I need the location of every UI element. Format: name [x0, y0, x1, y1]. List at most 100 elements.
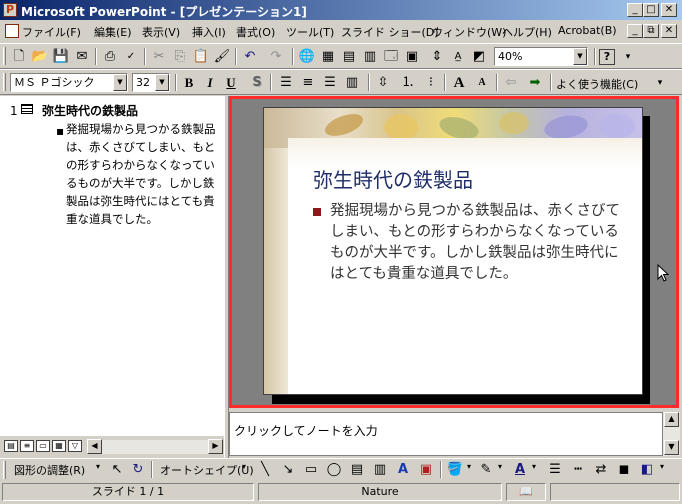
close-button[interactable]: ✕: [661, 3, 677, 17]
doc-minimize-button[interactable]: _: [627, 24, 643, 38]
promote-icon[interactable]: ⇦: [501, 73, 521, 93]
italic-button[interactable]: I: [200, 73, 220, 93]
line-style-icon[interactable]: ☰: [545, 460, 565, 480]
font-size-select[interactable]: 32 ▼: [132, 73, 170, 92]
draw-menu[interactable]: 図形の調整(R): [14, 462, 85, 478]
align-center-icon[interactable]: ≡: [298, 73, 318, 93]
line-color-icon[interactable]: ✎: [476, 460, 496, 480]
expand-all-icon[interactable]: ⇕: [427, 47, 447, 67]
slide-icon[interactable]: [21, 104, 33, 114]
numbering-icon[interactable]: ⒈: [398, 73, 418, 93]
new-icon[interactable]: 🗋: [9, 47, 29, 67]
font-color-icon[interactable]: A: [510, 460, 530, 480]
notes-pane[interactable]: クリックしてノートを入力: [229, 412, 663, 456]
save-icon[interactable]: 💾: [51, 47, 71, 67]
shadow-style-icon[interactable]: ◼: [614, 460, 634, 480]
arrow-icon[interactable]: ↘: [278, 460, 298, 480]
scroll-up-button[interactable]: ▲: [664, 412, 679, 427]
chevron-down-icon[interactable]: ▾: [660, 462, 664, 471]
distribute-icon[interactable]: ▥: [342, 73, 362, 93]
font-select[interactable]: ＭＳ Ｐゴシック ▼: [10, 73, 128, 92]
minimize-button[interactable]: _: [627, 3, 643, 17]
doc-restore-button[interactable]: ⧉: [643, 24, 659, 38]
outline-hscroll-track[interactable]: [102, 440, 208, 454]
menu-acrobat[interactable]: Acrobat(B): [558, 24, 617, 37]
outline-body-text[interactable]: 発掘現場から見つかる鉄製品は、赤くさびてしまい、もとの形すらわからなくなっている…: [66, 120, 224, 228]
dash-style-icon[interactable]: ┅: [568, 460, 588, 480]
email-icon[interactable]: ✉: [72, 47, 92, 67]
chevron-down-icon[interactable]: ▾: [532, 462, 536, 471]
slide-title[interactable]: 弥生時代の鉄製品: [313, 164, 473, 193]
open-icon[interactable]: 📂: [30, 47, 50, 67]
powerpoint-app-icon[interactable]: [3, 3, 17, 17]
menu-view[interactable]: 表示(V): [142, 24, 180, 40]
slide-body-text[interactable]: 発掘現場から見つかる鉄製品は、赤くさびてしまい、もとの形すらわからなくなっている…: [330, 201, 620, 285]
tables-borders-icon[interactable]: ▦: [318, 47, 338, 67]
text-box-icon[interactable]: ▤: [347, 460, 367, 480]
toolbar-options-icon[interactable]: ▾: [650, 73, 670, 93]
menu-format[interactable]: 書式(O): [236, 24, 275, 40]
scroll-left-button[interactable]: ◀: [87, 439, 102, 454]
document-icon[interactable]: [5, 24, 19, 38]
oval-icon[interactable]: ◯: [324, 460, 344, 480]
print-icon[interactable]: ⎙: [100, 47, 120, 67]
slide-canvas[interactable]: 弥生時代の鉄製品 発掘現場から見つかる鉄製品は、赤くさびてしまい、もとの形すらわ…: [263, 107, 643, 395]
chevron-down-icon[interactable]: ▼: [155, 74, 169, 91]
cut-icon[interactable]: ✂: [149, 47, 169, 67]
vertical-text-box-icon[interactable]: ▥: [370, 460, 390, 480]
undo-icon[interactable]: ↶: [240, 47, 260, 67]
fill-color-icon[interactable]: 🪣: [445, 460, 465, 480]
free-rotate-icon[interactable]: ↻: [128, 460, 148, 480]
chevron-down-icon[interactable]: ▾: [96, 462, 100, 471]
select-objects-icon[interactable]: ↖: [107, 460, 127, 480]
demote-icon[interactable]: ➡: [525, 73, 545, 93]
spelling-status-icon[interactable]: 📖: [506, 483, 546, 501]
chevron-down-icon[interactable]: ▾: [498, 462, 502, 471]
doc-close-button[interactable]: ✕: [661, 24, 677, 38]
new-slide-icon[interactable]: 🗔: [381, 47, 401, 67]
menu-slideshow[interactable]: スライド ショー(D): [341, 24, 439, 40]
arrow-style-icon[interactable]: ⇄: [591, 460, 611, 480]
toolbar-grip[interactable]: [3, 461, 6, 479]
line-spacing-icon[interactable]: ⇳: [373, 73, 393, 93]
outline-pane[interactable]: 1 弥生時代の鉄製品 ▪ 発掘現場から見つかる鉄製品は、赤くさびてしまい、もとの…: [0, 96, 224, 436]
chevron-down-icon[interactable]: ▾: [242, 462, 246, 471]
underline-button[interactable]: U: [221, 73, 241, 93]
maximize-button[interactable]: □: [643, 3, 659, 17]
menu-insert[interactable]: 挿入(I): [192, 24, 226, 40]
grayscale-icon[interactable]: ◩: [469, 47, 489, 67]
align-left-icon[interactable]: ☰: [276, 73, 296, 93]
slideshow-view-icon[interactable]: ▽: [68, 440, 82, 452]
outline-slide-title[interactable]: 弥生時代の鉄製品: [42, 102, 138, 119]
bullets-icon[interactable]: ⁝: [421, 73, 441, 93]
clip-art-icon[interactable]: ▣: [416, 460, 436, 480]
slide-layout-icon[interactable]: ▣: [402, 47, 422, 67]
hyperlink-icon[interactable]: 🌐: [297, 47, 317, 67]
toolbar-options-icon[interactable]: ▾: [618, 47, 638, 67]
autoshapes-menu[interactable]: オートシェイプ(U): [160, 462, 254, 478]
line-icon[interactable]: ╲: [255, 460, 275, 480]
menu-help[interactable]: ヘルプ(H): [502, 24, 552, 40]
spellcheck-icon[interactable]: ✓: [121, 47, 141, 67]
menu-tools[interactable]: ツール(T): [286, 24, 334, 40]
chevron-down-icon[interactable]: ▼: [573, 48, 587, 65]
wordart-icon[interactable]: A: [393, 460, 413, 480]
shadow-button[interactable]: S: [247, 73, 267, 93]
paste-icon[interactable]: 📋: [191, 47, 211, 67]
align-right-icon[interactable]: ☰: [320, 73, 340, 93]
toolbar-grip[interactable]: [3, 73, 6, 91]
scroll-right-button[interactable]: ▶: [208, 439, 223, 454]
notes-scrollbar[interactable]: ▲ ▼: [663, 412, 680, 456]
copy-icon[interactable]: ⎘: [170, 47, 190, 67]
slide-sorter-view-icon[interactable]: ▦: [52, 440, 66, 452]
scroll-down-button[interactable]: ▼: [664, 440, 679, 455]
format-painter-icon[interactable]: 🖌: [212, 47, 232, 67]
outline-view-icon[interactable]: ≡: [20, 440, 34, 452]
menu-file[interactable]: ファイル(F): [22, 24, 81, 40]
slide-view-icon[interactable]: ▭: [36, 440, 50, 452]
bold-button[interactable]: B: [179, 73, 199, 93]
common-tasks-menu[interactable]: よく使う機能(C): [556, 76, 638, 92]
redo-icon[interactable]: ↷: [266, 47, 286, 67]
3d-style-icon[interactable]: ◧: [637, 460, 657, 480]
increase-font-icon[interactable]: A: [449, 73, 469, 93]
